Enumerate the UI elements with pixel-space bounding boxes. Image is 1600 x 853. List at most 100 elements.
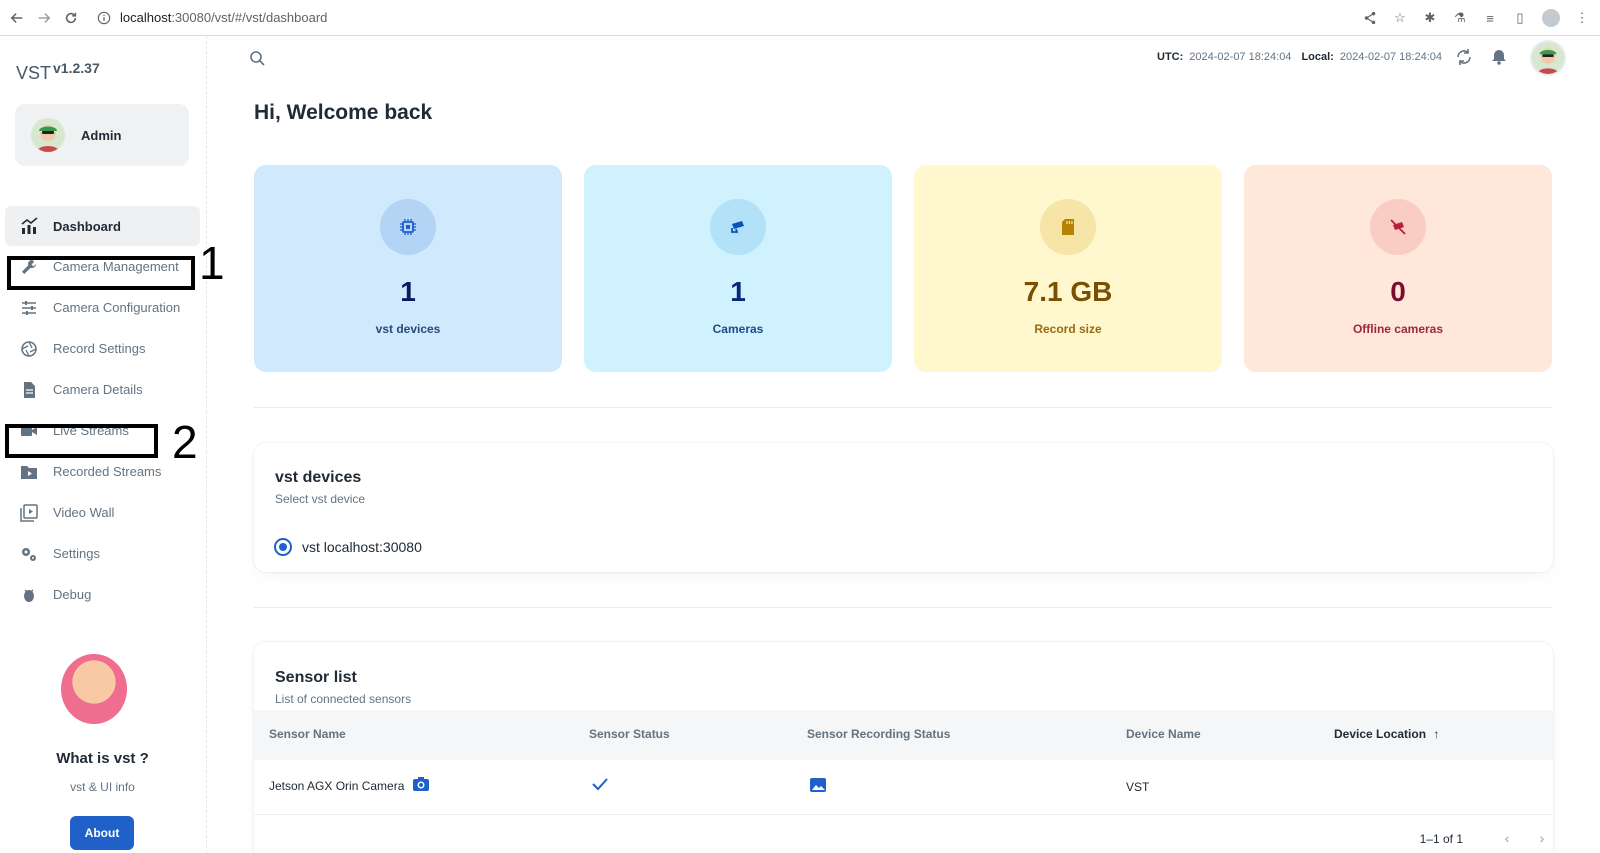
forward-icon[interactable] (35, 9, 53, 27)
about-button[interactable]: About (70, 816, 134, 850)
vst-devices-card: vst devices Select vst device vst localh… (254, 443, 1553, 572)
stat-label: vst devices (375, 322, 441, 336)
site-info-icon[interactable] (96, 10, 112, 26)
flask-icon[interactable]: ⚗ (1452, 10, 1468, 26)
search-icon[interactable] (249, 50, 265, 66)
card-title: vst devices (275, 469, 362, 486)
column-header-label: Device Location (1334, 727, 1427, 741)
user-card[interactable]: Admin (15, 104, 189, 166)
stat-card-cameras: 1 Cameras (584, 165, 892, 372)
sd-card-icon (1040, 199, 1096, 255)
page-title: Hi, Welcome back (254, 101, 433, 124)
stat-card-offline-cameras: 0 Offline cameras (1244, 165, 1552, 372)
cctv-icon (710, 199, 766, 255)
sidebar-item-label: Debug (53, 587, 92, 602)
column-header-recording-status[interactable]: Sensor Recording Status (807, 727, 950, 741)
sidebar-item-label: Record Settings (53, 341, 146, 356)
stat-value: 1 (730, 276, 746, 307)
stat-value: 7.1 GB (1023, 276, 1113, 307)
stat-label: Cameras (712, 322, 764, 336)
promo-title: What is vst ? (56, 750, 149, 767)
chip-icon (380, 199, 436, 255)
sidebar-item-camera-details[interactable]: Camera Details (5, 369, 200, 410)
divider (254, 407, 1553, 408)
local-value: 2024-02-07 18:24:04 (1339, 51, 1442, 63)
app-name: VST (16, 63, 52, 83)
camera-icon[interactable] (412, 776, 430, 795)
sensor-list-card: Sensor list List of connected sensors Se… (254, 642, 1553, 853)
extensions-icon[interactable]: ✱ (1422, 10, 1438, 26)
stat-label: Offline cameras (1352, 322, 1444, 336)
app-title: VST v1.2.37 (16, 60, 100, 84)
sidebar-item-record-settings[interactable]: Record Settings (5, 328, 200, 369)
device-name-cell: VST (1126, 780, 1150, 794)
stat-value: 1 (400, 276, 416, 307)
card-subtitle: List of connected sensors (275, 692, 412, 706)
check-icon (592, 777, 608, 794)
column-header-sensor-status[interactable]: Sensor Status (589, 727, 670, 741)
stat-card-record-size: 7.1 GB Record size (914, 165, 1222, 372)
folder-video-icon (19, 462, 39, 482)
column-header-device-name[interactable]: Device Name (1126, 727, 1201, 741)
card-subtitle: Select vst device (275, 492, 366, 506)
local-label: Local: (1301, 51, 1334, 63)
video-library-icon (19, 503, 39, 523)
annotation-number-1: 1 (199, 237, 225, 289)
device-radio-button[interactable] (274, 538, 292, 556)
sidebar-item-debug[interactable]: Debug (5, 574, 200, 615)
user-avatar (31, 118, 65, 152)
annotation-box-1 (7, 256, 195, 290)
promo-avatar (61, 654, 127, 724)
chart-icon (19, 216, 39, 236)
divider (254, 607, 1553, 608)
url-host: localhost (120, 10, 172, 25)
gears-icon (19, 544, 39, 564)
time-display: UTC: 2024-02-07 18:24:04 Local: 2024-02-… (1157, 51, 1442, 63)
bell-icon[interactable] (1490, 48, 1508, 66)
menu-kebab-icon[interactable]: ⋮ (1574, 10, 1590, 26)
sensor-name: Jetson AGX Orin Camera (269, 778, 405, 793)
account-avatar[interactable] (1530, 40, 1566, 76)
column-header-sensor-name[interactable]: Sensor Name (269, 727, 346, 741)
profile-icon[interactable] (1542, 9, 1560, 27)
chevron-right-icon[interactable]: › (1534, 830, 1550, 846)
user-name: Admin (81, 127, 122, 143)
sidebar-item-video-wall[interactable]: Video Wall (5, 492, 200, 533)
share-icon[interactable] (1362, 10, 1378, 26)
stat-label: Record size (1034, 322, 1102, 336)
utc-label: UTC: (1157, 51, 1184, 63)
column-header-device-location[interactable]: Device Location ↑ (1334, 727, 1439, 741)
bug-icon (19, 585, 39, 605)
sliders-icon (19, 298, 39, 318)
refresh-icon[interactable] (1455, 48, 1473, 66)
aperture-icon (19, 339, 39, 359)
reading-list-icon[interactable]: ≡ (1482, 10, 1498, 26)
sidebar-item-dashboard[interactable]: Dashboard (5, 206, 200, 246)
sidebar-item-label: Settings (53, 546, 100, 561)
document-icon (19, 380, 39, 400)
sidebar-item-camera-configuration[interactable]: Camera Configuration (5, 287, 200, 328)
card-title: Sensor list (275, 669, 357, 686)
side-panel-icon[interactable]: ▯ (1512, 10, 1528, 26)
stat-card-vst-devices: 1 vst devices (254, 165, 562, 372)
chevron-left-icon[interactable]: ‹ (1499, 830, 1515, 846)
device-radio-label[interactable]: vst localhost:30080 (302, 539, 422, 555)
utc-value: 2024-02-07 18:24:04 (1189, 51, 1292, 63)
sidebar-item-settings[interactable]: Settings (5, 533, 200, 574)
promo-subtitle: vst & UI info (70, 780, 135, 794)
annotation-box-2 (5, 424, 158, 458)
address-bar[interactable]: localhost:30080/vst/#/vst/dashboard (120, 10, 327, 25)
sidebar-item-label: Recorded Streams (53, 464, 162, 479)
sensor-name-cell: Jetson AGX Orin Camera (269, 776, 430, 795)
url-path: :30080/vst/#/vst/dashboard (171, 10, 328, 25)
pagination-label: 1–1 of 1 (1419, 832, 1463, 846)
star-icon[interactable]: ☆ (1392, 10, 1408, 26)
reload-icon[interactable] (62, 9, 80, 27)
camera-off-icon (1370, 199, 1426, 255)
image-icon[interactable] (809, 777, 827, 796)
browser-toolbar: localhost:30080/vst/#/vst/dashboard ☆ ✱ … (0, 0, 1600, 36)
sidebar-item-label: Camera Configuration (53, 300, 181, 315)
sidebar-item-label: Camera Details (53, 382, 143, 397)
back-icon[interactable] (8, 9, 26, 27)
app-version: v1.2.37 (53, 60, 100, 76)
